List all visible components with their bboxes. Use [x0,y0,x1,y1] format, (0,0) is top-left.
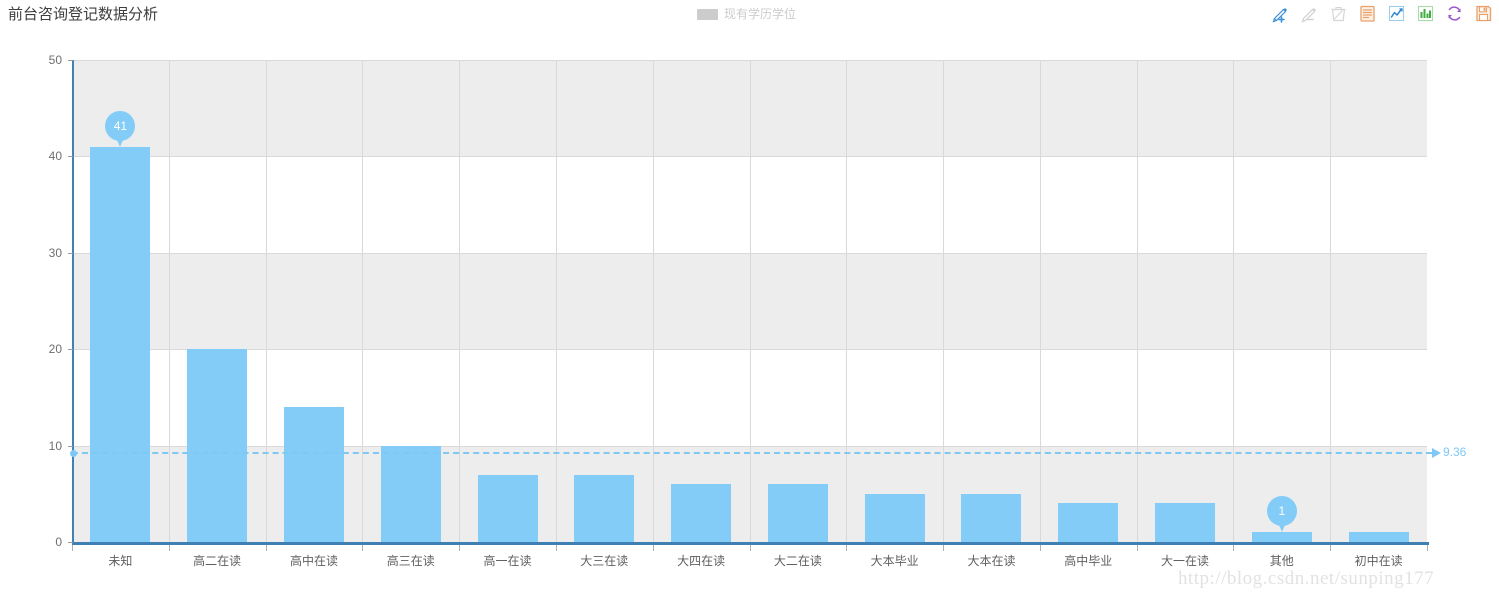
bar[interactable] [187,349,247,542]
gridline-vertical [1233,60,1234,542]
gridline-vertical [266,60,267,542]
y-axis-tick-mark [68,252,73,254]
gridline-vertical [1137,60,1138,542]
x-axis-tick-mark [653,545,654,551]
average-line-arrow [1432,447,1441,458]
gridline-vertical [362,60,363,542]
bar[interactable] [671,484,731,542]
list-document-icon[interactable] [1357,3,1377,24]
y-axis-line [72,60,74,543]
legend-label: 现有学历学位 [724,7,797,21]
x-axis-tick-mark [1137,545,1138,551]
x-axis-tick-mark [750,545,751,551]
gridline-vertical [459,60,460,542]
x-axis-tick-label: 大四在读 [677,554,726,568]
bar[interactable] [961,493,1021,542]
y-axis-tick-label: 40 [48,149,62,164]
x-axis-tick-mark [362,545,363,551]
bar[interactable] [865,493,925,542]
x-axis-tick-mark [459,545,460,551]
gridline-vertical [1330,60,1331,542]
bar[interactable] [1058,503,1118,542]
x-axis-tick-mark [266,545,267,551]
y-axis-tick-label: 10 [48,438,62,453]
chart-page: 前台咨询登记数据分析 现有学历学位 0 10 20 30 40 50 未知 高二… [0,0,1499,600]
x-axis-tick-mark [1040,545,1041,551]
max-value-marker: 41 [105,110,136,149]
bar-chart-icon[interactable] [1415,3,1435,24]
x-axis-tick-label: 其他 [1269,554,1294,568]
gridline-vertical [653,60,654,542]
y-axis-tick-mark [68,156,73,158]
gridline-vertical [943,60,944,542]
x-axis-tick-label: 高中毕业 [1064,554,1113,568]
pencil-add-icon[interactable] [1270,3,1290,24]
gridline-vertical [846,60,847,542]
x-axis-tick-label: 大三在读 [580,554,629,568]
bar-chart: 0 10 20 30 40 50 未知 高二在读 高中在读 高三在读 高一在读 大三在读 大四在读 大二… [0,32,1499,600]
x-axis-tick-label: 未知 [108,554,133,568]
x-axis-tick-mark [169,545,170,551]
plot-area [72,60,1427,542]
page-title: 前台咨询登记数据分析 [8,6,159,23]
gridline-vertical [556,60,557,542]
x-axis-tick-label: 高二在读 [193,554,242,568]
min-value-marker: 1 [1266,496,1297,534]
y-axis-tick-mark [68,445,73,447]
bar[interactable] [1349,532,1409,542]
x-axis-tick-mark [943,545,944,551]
y-axis-tick-label: 20 [48,342,62,357]
x-axis-tick-label: 高三在读 [386,554,435,568]
x-axis-tick-label: 大本在读 [967,554,1016,568]
save-icon[interactable] [1473,3,1493,24]
x-axis-tick-mark [846,545,847,551]
x-axis-tick-mark [556,545,557,551]
gridline-vertical [169,60,170,542]
x-axis-tick-label: 高一在读 [483,554,532,568]
x-axis-tick-label: 高中在读 [289,554,338,568]
x-axis-tick-label: 大二在读 [773,554,822,568]
pencil-minus-icon[interactable] [1299,3,1319,24]
bar[interactable] [381,445,441,542]
x-axis-tick-mark [72,545,73,551]
y-axis-tick-label: 30 [48,245,62,260]
x-axis-tick-mark [1427,545,1428,551]
line-chart-icon[interactable] [1386,3,1406,24]
refresh-icon[interactable] [1444,3,1464,24]
bar[interactable] [90,146,150,542]
x-axis-tick-mark [1330,545,1331,551]
page-header: 前台咨询登记数据分析 现有学历学位 [0,0,1499,32]
average-line-start-dot [70,449,77,457]
y-axis-tick-label: 0 [55,535,62,549]
x-axis-tick-mark [1233,545,1234,551]
x-axis-tick-label: 初中在读 [1354,554,1403,568]
toolbar [1270,3,1493,24]
gridline-vertical [750,60,751,542]
gridline-vertical [1040,60,1041,542]
y-axis-tick-mark [68,349,73,351]
bar[interactable] [1155,503,1215,542]
y-axis-tick-label: 50 [48,53,62,67]
x-axis-tick-label: 大本毕业 [870,554,919,568]
bar[interactable] [574,474,634,542]
legend-swatch [697,8,718,20]
y-axis-tick-mark [68,542,73,543]
bar[interactable] [284,407,344,542]
trash-icon[interactable] [1328,3,1348,24]
chart-legend[interactable]: 现有学历学位 [697,7,796,21]
pin-value-label: 1 [1278,504,1286,519]
average-line-label: 9.36 [1443,444,1467,459]
average-line [72,451,1432,454]
pin-value-label: 41 [113,118,128,133]
bar[interactable] [768,484,828,542]
bar[interactable] [478,474,538,542]
y-axis-tick-mark [68,60,73,61]
watermark: http://blog.csdn.net/sunping177 [1178,568,1435,589]
x-axis-tick-label: 大一在读 [1161,554,1210,568]
